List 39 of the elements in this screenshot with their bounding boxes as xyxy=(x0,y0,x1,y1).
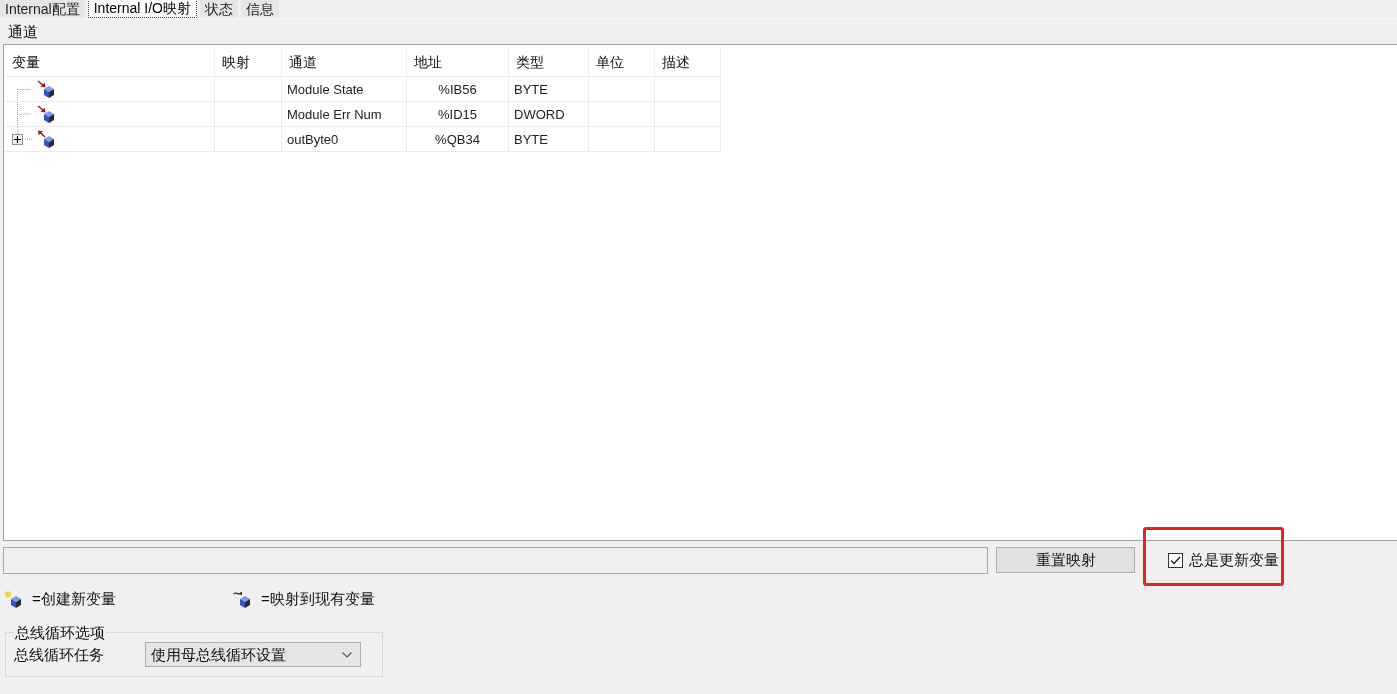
table-cell: BYTE xyxy=(514,131,548,147)
sparkle-cube-icon xyxy=(4,590,22,608)
input-variable-icon xyxy=(37,105,55,123)
bus-cycle-task-dropdown[interactable]: 使用母总线循环设置 xyxy=(145,642,361,667)
checkbox-label[interactable]: 总是更新变量 xyxy=(1189,551,1279,569)
column-header[interactable]: 通道 xyxy=(289,54,317,70)
column-header[interactable]: 单位 xyxy=(596,54,624,70)
table-cell: %ID15 xyxy=(438,106,477,122)
table-cell: DWORD xyxy=(514,106,565,122)
input-variable-icon xyxy=(37,80,55,98)
tab[interactable]: 状态 xyxy=(199,0,238,18)
column-header[interactable]: 变量 xyxy=(12,54,40,70)
column-header[interactable]: 地址 xyxy=(414,54,442,70)
tab[interactable]: Internal配置 xyxy=(0,0,85,18)
table-cell: outByte0 xyxy=(287,131,339,147)
output-variable-icon xyxy=(37,130,55,148)
table-cell: BYTE xyxy=(514,81,548,97)
section-title: 通道 xyxy=(8,22,38,41)
plus-icon xyxy=(14,136,21,143)
column-header[interactable]: 类型 xyxy=(516,54,544,70)
reset-mapping-button[interactable]: 重置映射 xyxy=(996,547,1135,573)
legend-text: =映射到现有变量 xyxy=(261,590,375,608)
checkbox[interactable] xyxy=(1168,552,1183,568)
column-header[interactable]: 描述 xyxy=(662,54,690,70)
checkmark-icon xyxy=(1170,555,1181,565)
expand-toggle[interactable] xyxy=(12,134,23,145)
table-cell: %QB34 xyxy=(435,131,480,147)
tab[interactable]: Internal I/O映射 xyxy=(87,0,197,18)
tree-line xyxy=(25,138,33,140)
column-header[interactable]: 映射 xyxy=(222,54,250,70)
table-cell: Module Err Num xyxy=(287,106,382,122)
legend-text: =创建新变量 xyxy=(32,590,116,608)
table-cell: %IB56 xyxy=(438,81,477,97)
tab[interactable]: 信息 xyxy=(240,0,279,18)
field-label: 总线循环任务 xyxy=(14,645,105,664)
chevron-down-icon xyxy=(342,651,352,658)
table-cell: Module State xyxy=(287,81,364,97)
group-title: 总线循环选项 xyxy=(14,624,106,641)
curved-arrow-cube-icon xyxy=(233,590,251,608)
